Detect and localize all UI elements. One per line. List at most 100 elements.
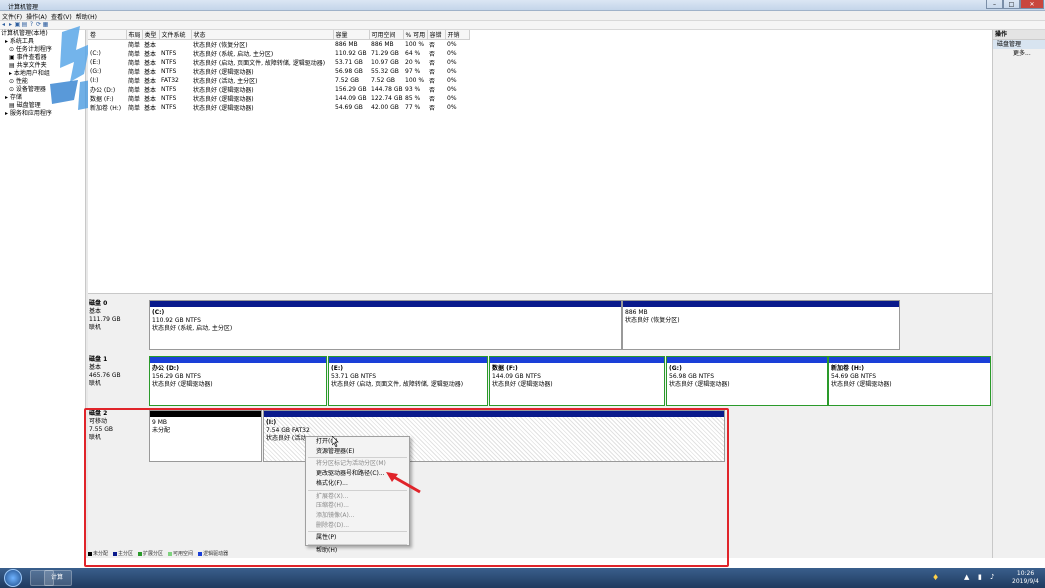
table-cell: 55.32 GB [371,68,399,75]
partition-line2: 54.69 GB NTFS [831,373,877,380]
column-header[interactable]: 状态 [191,30,334,40]
partition-label: 新加卷 (H:) [831,365,864,372]
table-cell: 否 [429,69,436,76]
table-row[interactable]: 简单 基本 状态良好 (恢复分区) 886 MB 886 MB 100 % 否 0% [88,40,469,50]
actions-panel: 操作 磁盘管理 更多... [992,30,1045,558]
context-menu-item[interactable]: 打开(O) [306,437,409,447]
table-cell: 77 % [405,104,421,111]
column-header[interactable]: 类型 [142,30,160,40]
tray-flag-icon[interactable]: ▲ [964,573,969,581]
column-header[interactable]: 可用空间 [369,30,404,40]
help-icon[interactable]: ? [28,21,35,28]
column-header[interactable]: 卷 [88,30,127,40]
table-cell: 基本 [144,78,157,85]
up-icon[interactable]: ▣ [14,21,21,28]
partition-line2: 144.09 GB NTFS [492,373,541,380]
partition-label: (G:) [669,365,682,372]
partition-block[interactable]: (G:) 56.98 GB NTFS 状态良好 (逻辑驱动器) [666,356,828,406]
tray-network-icon[interactable]: ▮ [978,573,982,581]
context-menu-item[interactable]: 属性(P) [306,533,409,543]
partition-text: (C:) 110.92 GB NTFS 状态良好 (系统, 启动, 主分区) [152,309,232,333]
table-cell [159,40,191,50]
table-cell: NTFS [161,104,177,111]
close-button[interactable]: ✕ [1020,0,1044,9]
partition-line2: 53.71 GB NTFS [331,373,377,380]
context-menu-item[interactable]: 资源管理器(E) [306,447,409,457]
title-bar: 计算机管理 – □ ✕ [0,0,1045,11]
maximize-button[interactable]: □ [1003,0,1020,9]
column-header[interactable]: 开销 [445,30,470,40]
table-row[interactable]: (C:) 简单 基本 NTFS 状态良好 (系统, 启动, 主分区) 110.92 GB 7… [88,49,469,58]
partition-color-bar [329,357,487,363]
disk-size: 111.79 GB [89,316,121,323]
table-cell: 否 [429,87,436,94]
column-header[interactable]: 容错 [427,30,446,40]
actions-section-disk-management[interactable]: 磁盘管理 [993,40,1045,49]
disk-label-1[interactable]: 磁盘 1 基本 465.76 GB 联机 [88,356,148,406]
partition-line3: 状态良好 (逻辑驱动器) [831,381,892,388]
table-cell: (C:) [90,50,101,57]
table-row[interactable]: 办公 (D:) 简单 基本 NTFS 状态良好 (逻辑驱动器) 156.29 GB 144.… [88,85,469,94]
table-cell: 办公 (D:) [90,87,116,94]
table-cell: 简单 [128,87,141,94]
table-cell: 否 [429,42,436,49]
disk-label-0[interactable]: 磁盘 0 基本 111.79 GB 联机 [88,300,148,350]
table-cell: 42.00 GB [371,104,399,111]
start-button[interactable] [4,569,22,587]
table-cell: 基本 [144,51,157,58]
partition-block[interactable]: (C:) 110.92 GB NTFS 状态良好 (系统, 启动, 主分区) [149,300,622,350]
table-cell: 简单 [128,69,141,76]
table-cell: NTFS [161,50,177,57]
actions-more-link[interactable]: 更多... [993,49,1045,58]
partition-block[interactable]: 数据 (F:) 144.09 GB NTFS 状态良好 (逻辑驱动器) [489,356,665,406]
partition-color-bar [490,357,664,363]
table-cell: 110.92 GB [335,50,367,57]
back-arrow-icon[interactable]: ◂ [0,21,7,28]
partition-color-bar [150,301,621,307]
partition-block[interactable]: (E:) 53.71 GB NTFS 状态良好 (启动, 页面文件, 故障转储, 逻… [328,356,488,406]
menu-separator [308,531,407,533]
table-cell: NTFS [161,86,177,93]
column-header[interactable]: 文件系统 [159,30,192,40]
forward-arrow-icon[interactable]: ▸ [7,21,14,28]
context-menu-item[interactable]: 帮助(H) [306,546,409,556]
tray-volume-icon[interactable]: ♪ [990,573,994,581]
column-header[interactable]: % 可用 [403,30,428,40]
taskbar-app-computer-management[interactable]: 计算 [44,570,72,586]
partition-block[interactable]: 办公 (D:) 156.29 GB NTFS 状态良好 (逻辑驱动器) [149,356,327,406]
table-cell: 53.71 GB [335,59,363,66]
table-cell: 基本 [144,69,157,76]
table-row[interactable]: (I:) 简单 基本 FAT32 状态良好 (活动, 主分区) 7.52 GB 7.52 G… [88,76,469,85]
table-cell: (E:) [90,59,101,66]
partition-block[interactable]: 886 MB 状态良好 (恢复分区) [622,300,900,350]
table-cell: 56.98 GB [335,68,363,75]
table-cell: 0% [447,95,457,102]
toolbar: ◂ ▸ ▣▤? ⟳ ▦ [0,21,1045,30]
column-header[interactable]: 布局 [126,30,143,40]
table-cell: 100 % [405,77,425,84]
partition-line2: 56.98 GB NTFS [669,373,715,380]
table-cell [88,40,126,50]
table-cell: 0% [447,77,457,84]
table-cell: 状态良好 (恢复分区) [193,42,248,49]
table-cell: 886 MB [371,41,394,48]
table-row[interactable]: 数据 (F:) 简单 基本 NTFS 状态良好 (逻辑驱动器) 144.09 GB 122.… [88,94,469,103]
minimize-button[interactable]: – [986,0,1003,9]
table-row[interactable]: 新加卷 (H:) 简单 基本 NTFS 状态良好 (逻辑驱动器) 54.69 GB 42.0… [88,103,469,112]
table-cell: 状态良好 (逻辑驱动器) [193,105,254,112]
partition-block[interactable]: 新加卷 (H:) 54.69 GB NTFS 状态良好 (逻辑驱动器) [828,356,991,406]
table-cell: 85 % [405,95,421,102]
table-cell: 状态良好 (逻辑驱动器) [193,96,254,103]
table-row[interactable]: (E:) 简单 基本 NTFS 状态良好 (启动, 页面文件, 故障转储, 逻辑驱动器)… [88,58,469,67]
table-cell: NTFS [161,95,177,102]
table-cell: (G:) [90,68,102,75]
column-header[interactable]: 容量 [333,30,370,40]
table-cell: 0% [447,41,457,48]
clock[interactable]: 10:26 2019/9/4 [1012,570,1039,586]
table-row[interactable]: (G:) 简单 基本 NTFS 状态良好 (逻辑驱动器) 56.98 GB 55.32 GB… [88,67,469,76]
table-cell: 144.78 GB [371,86,403,93]
table-cell: 156.29 GB [335,86,367,93]
properties-icon[interactable]: ▤ [21,21,28,28]
disk-status: 联机 [89,324,102,331]
tray-icon-app[interactable]: ♦ [932,573,939,582]
